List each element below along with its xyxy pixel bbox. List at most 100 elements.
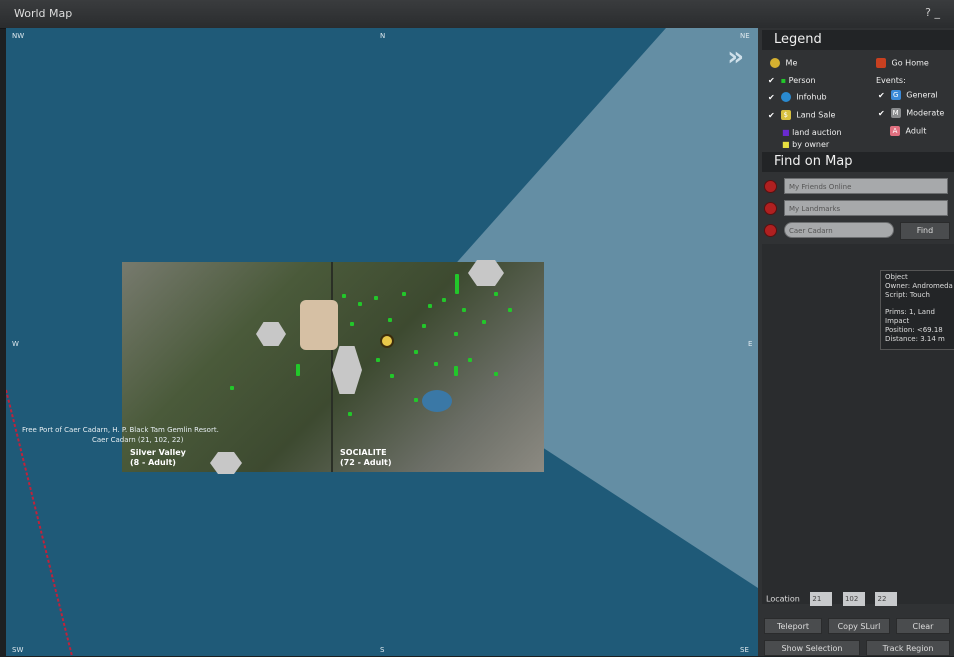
person-marker xyxy=(296,364,300,376)
person-marker xyxy=(342,294,346,298)
legend-adult-toggle[interactable]: A Adult xyxy=(890,126,926,136)
go-home-label: Go Home xyxy=(891,58,929,68)
expand-panel-icon[interactable]: » xyxy=(727,42,744,72)
location-z-input[interactable]: 22 xyxy=(875,592,898,606)
landmarks-status-icon xyxy=(764,202,777,215)
legend-general-toggle[interactable]: ✔ G General xyxy=(878,90,938,100)
person-marker xyxy=(422,324,426,328)
me-icon xyxy=(770,58,780,68)
person-marker xyxy=(442,298,446,302)
region-search-input[interactable]: Caer Cadarn xyxy=(784,222,894,238)
person-marker xyxy=(455,274,459,294)
landmarks-row: My Landmarks xyxy=(764,200,952,218)
region-label-left: Silver Valley (8 - Adult) xyxy=(130,448,186,468)
landmarks-dropdown[interactable]: My Landmarks xyxy=(784,200,948,216)
legend-person-toggle[interactable]: ✔ ▪ Person xyxy=(768,76,816,85)
region-marker xyxy=(332,346,362,394)
person-marker xyxy=(358,302,362,306)
go-home-button[interactable]: Go Home xyxy=(876,58,929,68)
legend-auction: ■ land auction xyxy=(782,128,842,137)
person-marker xyxy=(414,398,418,402)
check-icon: ✔ xyxy=(768,76,775,85)
region-left-name: Silver Valley xyxy=(130,448,186,457)
person-marker xyxy=(428,304,432,308)
search-row: Caer Cadarn Find xyxy=(764,222,952,240)
legend-me: Me xyxy=(770,58,797,68)
friends-dropdown[interactable]: My Friends Online xyxy=(784,178,948,194)
tooltip-line: Prims: 1, Land Impact xyxy=(885,308,935,325)
legend-landsale-label: Land Sale xyxy=(796,110,836,120)
adult-event-icon: A xyxy=(890,126,900,136)
help-button[interactable]: ? _ xyxy=(925,6,940,19)
person-marker xyxy=(390,374,394,378)
person-marker xyxy=(462,308,466,312)
landmark-building xyxy=(300,300,338,350)
teleport-button[interactable]: Teleport xyxy=(764,618,822,634)
copy-slurl-button[interactable]: Copy SLurl xyxy=(828,618,890,634)
person-marker xyxy=(434,362,438,366)
legend-moderate-toggle[interactable]: ✔ M Moderate xyxy=(878,108,944,118)
location-label: Location xyxy=(766,594,800,604)
infohub-icon xyxy=(780,92,791,102)
track-region-button[interactable]: Track Region xyxy=(866,640,950,656)
tooltip-line: Script: Touch xyxy=(885,291,930,299)
person-marker xyxy=(468,358,472,362)
tooltip-line: Position: <69.18 xyxy=(885,326,943,334)
person-marker xyxy=(348,412,352,416)
region-marker xyxy=(468,260,504,286)
region-left-rating: (8 - Adult) xyxy=(130,458,176,467)
region-marker xyxy=(256,322,286,346)
legend-infohub-label: Infohub xyxy=(796,92,827,102)
legend-landsale-toggle[interactable]: ✔ $ Land Sale xyxy=(768,110,835,120)
region-right-name: SOCIALITE xyxy=(340,448,387,457)
region-label-right: SOCIALITE (72 - Adult) xyxy=(340,448,392,468)
location-row: Location 21 102 22 xyxy=(766,592,898,606)
location-x-input[interactable]: 21 xyxy=(810,592,833,606)
by-owner-icon: ■ xyxy=(782,140,790,149)
general-event-icon: G xyxy=(890,90,901,100)
person-marker xyxy=(374,296,378,300)
friends-status-icon xyxy=(764,180,777,193)
world-map-canvas[interactable]: NW N NE W E SW S SE » Silver Valley (8 -… xyxy=(6,28,758,656)
person-marker xyxy=(388,318,392,322)
compass-e: E xyxy=(748,340,753,348)
clear-button[interactable]: Clear xyxy=(896,618,950,634)
person-marker xyxy=(230,386,234,390)
legend-me-label: Me xyxy=(785,58,798,68)
compass-n: N xyxy=(380,32,386,40)
lake xyxy=(422,390,452,412)
person-marker xyxy=(376,358,380,362)
find-button[interactable]: Find xyxy=(900,222,950,240)
legend-infohub-toggle[interactable]: ✔ Infohub xyxy=(768,92,827,102)
events-label: Events: xyxy=(876,76,906,85)
auction-icon: ■ xyxy=(782,128,790,137)
person-marker xyxy=(494,292,498,296)
person-icon: ▪ xyxy=(780,76,787,85)
legend-auction-label: land auction xyxy=(792,128,842,137)
region-border xyxy=(331,262,333,472)
window-titlebar: World Map ? _ xyxy=(0,0,954,29)
legend-person-label: Person xyxy=(788,76,816,85)
person-marker xyxy=(494,372,498,376)
person-marker xyxy=(508,308,512,312)
check-icon: ✔ xyxy=(768,92,775,102)
search-status-icon xyxy=(764,224,777,237)
region-right-rating: (72 - Adult) xyxy=(340,458,392,467)
location-y-input[interactable]: 102 xyxy=(842,592,865,606)
map-regions[interactable]: Silver Valley (8 - Adult) SOCIALITE (72 … xyxy=(122,260,544,474)
friends-row: My Friends Online xyxy=(764,178,952,196)
landmark-label-line1: Free Port of Caer Cadarn, H. P. Black Ta… xyxy=(22,426,219,434)
person-marker xyxy=(482,320,486,324)
check-icon: ✔ xyxy=(878,90,885,100)
object-tooltip: Object Owner: Andromeda Script: Touch Pr… xyxy=(880,270,954,350)
legend-general-label: General xyxy=(906,90,938,100)
show-selection-button[interactable]: Show Selection xyxy=(764,640,860,656)
tooltip-line: Distance: 3.14 m xyxy=(885,335,945,343)
check-icon: ✔ xyxy=(768,110,775,120)
compass-sw: SW xyxy=(12,646,24,654)
window-title: World Map xyxy=(14,7,73,20)
legend-by-owner: ■ by owner xyxy=(782,140,829,149)
legend-moderate-label: Moderate xyxy=(906,108,945,118)
tooltip-line: Owner: Andromeda xyxy=(885,282,953,290)
tooltip-line: Object xyxy=(885,273,908,281)
